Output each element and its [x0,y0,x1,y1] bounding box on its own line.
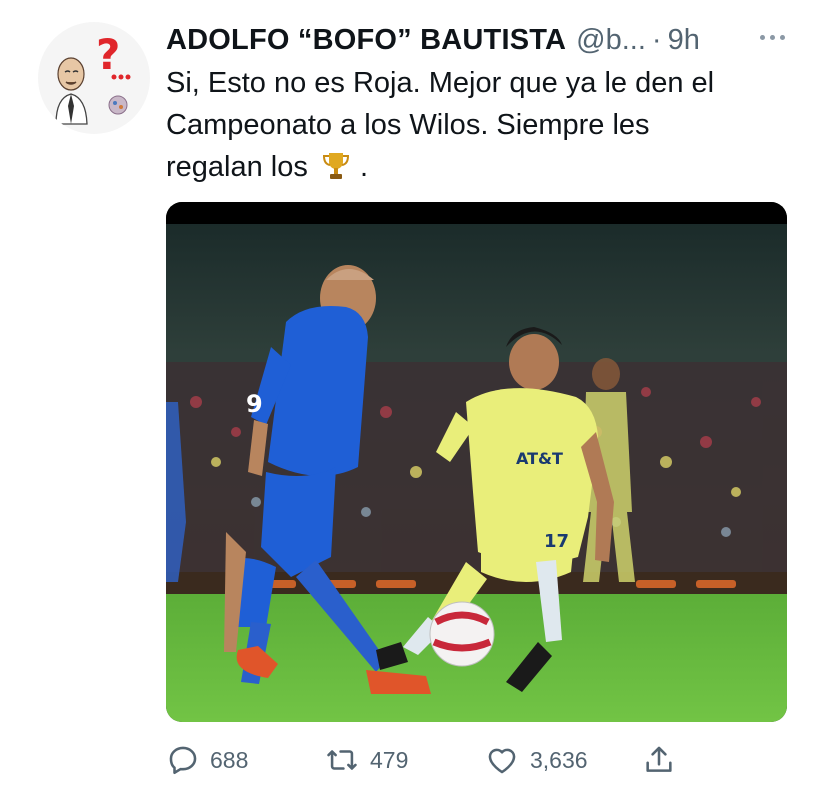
reply-count: 688 [210,746,249,773]
tweet-header: ADOLFO “BOFO” BAUTISTA @b... · 9h [166,20,806,60]
separator: · [651,23,662,56]
tweet-text-line-3: regalan los . [166,146,806,188]
tweet-text-line-1: Si, Esto no es Roja. Mejor que ya le den… [166,67,715,99]
reply-icon [169,746,197,775]
like-icon [488,748,516,774]
more-icon[interactable] [754,27,790,47]
tweet-text-line-3-start: regalan los [166,151,308,183]
like-button[interactable]: 3,636 [484,740,588,780]
football-photo: 9 17 AT&T [166,202,787,722]
retweet-button[interactable]: 479 [324,740,408,780]
ball [429,601,495,667]
tweet-actions: 688 479 3,636 [166,740,786,780]
tweet-text: Si, Esto no es Roja. Mejor que ya le den… [166,62,806,188]
svg-text:AT&T: AT&T [516,449,563,468]
trophy-icon [322,153,349,179]
author-handle[interactable]: @b... [576,24,646,57]
share-icon [646,746,672,772]
tweet-media-photo[interactable]: 9 17 AT&T [166,202,787,722]
avatar[interactable]: ? [38,22,150,134]
retweet-icon [327,750,357,770]
svg-text:?: ? [96,30,120,79]
tweet-text-line-2: Campeonato a los Wilos. Siempre les [166,109,650,141]
tweet-time[interactable]: 9h [668,24,700,57]
retweet-count: 479 [370,746,409,773]
reply-button[interactable]: 688 [166,740,248,780]
share-button[interactable] [642,740,676,780]
like-count: 3,636 [530,746,588,773]
author-name[interactable]: ADOLFO “BOFO” BAUTISTA [166,24,566,57]
avatar-caricature: ? [38,22,150,134]
svg-text:17: 17 [544,531,569,552]
svg-text:9: 9 [246,390,263,418]
tweet-text-line-3-end: . [360,151,369,183]
